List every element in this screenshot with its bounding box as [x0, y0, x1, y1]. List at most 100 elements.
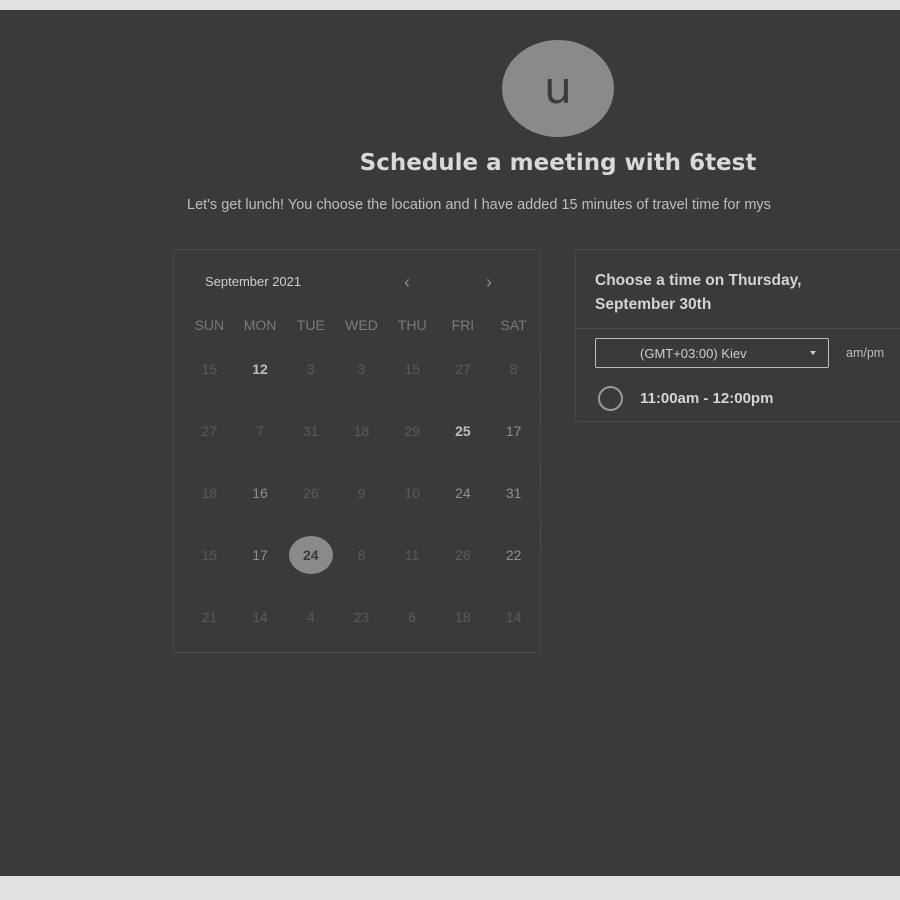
calendar-day-number: 6 — [408, 609, 417, 625]
calendar-day-number: 17 — [252, 547, 268, 563]
calendar-day-number: 3 — [357, 361, 366, 377]
weekday-label: WED — [345, 317, 378, 333]
weekday-label: FRI — [451, 317, 475, 333]
calendar-day: 22 — [488, 538, 539, 600]
calendar-day: 3 — [336, 352, 387, 414]
calendar-day-number: 15 — [201, 361, 218, 377]
calendar-day: 15 — [184, 352, 235, 414]
time-slot-label: 11:00am - 12:00pm — [640, 390, 774, 407]
calendar-day: 18 — [184, 476, 235, 538]
calendar-day-number: 8 — [509, 361, 518, 377]
calendar-day: 16 — [235, 476, 286, 538]
radio-icon[interactable] — [598, 386, 623, 411]
calendar-day: 14 — [488, 600, 539, 662]
weekday-header: SUN MON TUE WED THU FRI SAT — [184, 317, 539, 333]
calendar-day: 23 — [336, 600, 387, 662]
calendar-day: 3 — [285, 352, 336, 414]
calendar-day-selected[interactable]: 24 — [285, 536, 336, 600]
calendar-day: 18 — [438, 600, 489, 662]
calendar-divider — [540, 464, 541, 486]
calendar-day: 10 — [387, 476, 438, 538]
calendar-day-number: 4 — [306, 609, 315, 625]
calendar-day: 21 — [184, 600, 235, 662]
calendar-day: 8 — [336, 538, 387, 600]
calendar-day-number: 17 — [505, 423, 522, 439]
calendar-day: 8 — [488, 352, 539, 414]
calendar-day: 27 — [438, 352, 489, 414]
chevron-left-icon[interactable]: ‹ — [404, 272, 410, 293]
calendar-day-number: 15 — [201, 547, 218, 563]
calendar-day: 11 — [387, 538, 438, 600]
calendar-divider — [540, 402, 541, 424]
weekday-label: TUE — [296, 317, 325, 333]
calendar-day[interactable]: 25 — [438, 414, 489, 476]
weekday-label: SAT — [500, 317, 527, 333]
scheduler-page: u Schedule a meeting with 6test Let's ge… — [0, 10, 900, 876]
calendar-day[interactable]: 12 — [235, 352, 286, 414]
calendar-day-number: 15 — [404, 361, 420, 377]
calendar-day-number: 22 — [505, 547, 522, 563]
calendar-day: 4 — [285, 600, 336, 662]
timezone-select[interactable]: (GMT+03:00) Kiev — [595, 338, 829, 368]
calendar-day-number: 21 — [201, 609, 218, 625]
calendar-day-number: 9 — [357, 485, 366, 501]
calendar-day-number: 18 — [201, 485, 218, 501]
calendar: September 2021 ‹ › SUN MON TUE WED THU F… — [173, 249, 541, 653]
calendar-day-number: 14 — [505, 609, 522, 625]
calendar-day-number: 29 — [404, 423, 420, 439]
weekday-label: MON — [243, 317, 277, 333]
calendar-day: 24 — [438, 476, 489, 538]
weekday-label: THU — [397, 317, 427, 333]
calendar-day-number: 12 — [252, 361, 268, 377]
weekday-label: SUN — [194, 317, 225, 333]
calendar-day: 17 — [488, 414, 539, 476]
page-title: Schedule a meeting with 6test — [359, 150, 757, 176]
calendar-day-number: 8 — [357, 547, 366, 563]
calendar-day: 31 — [488, 476, 539, 538]
caret-down-icon — [810, 351, 816, 355]
calendar-day-number: 18 — [353, 423, 370, 439]
calendar-day: 17 — [235, 538, 286, 600]
time-slot-option[interactable]: 11:00am - 12:00pm — [598, 386, 773, 411]
time-panel-title: Choose a time on Thursday, September 30t… — [595, 272, 802, 313]
meeting-description: Let's get lunch! You choose the location… — [187, 197, 771, 213]
calendar-day: 6 — [387, 600, 438, 662]
avatar-letter: u — [544, 63, 572, 114]
calendar-day: 27 — [184, 414, 235, 476]
chevron-right-icon[interactable]: › — [486, 272, 492, 293]
calendar-day-number: 26 — [302, 485, 319, 501]
calendar-month-label: September 2021 — [205, 274, 302, 289]
calendar-day-number: 11 — [404, 547, 420, 563]
calendar-day-number: 18 — [455, 609, 471, 625]
calendar-day: 29 — [387, 414, 438, 476]
calendar-divider — [540, 352, 541, 392]
calendar-day-number: 10 — [404, 485, 420, 501]
calendar-day: 18 — [336, 414, 387, 476]
calendar-day: 7 — [235, 414, 286, 476]
calendar-day-number: 23 — [353, 609, 370, 625]
calendar-day: 31 — [285, 414, 336, 476]
calendar-day-number: 7 — [256, 423, 264, 439]
calendar-day-number: 24 — [302, 547, 319, 563]
calendar-day-number: 14 — [252, 609, 268, 625]
divider — [576, 328, 900, 329]
calendar-divider — [540, 526, 541, 548]
calendar-day-number: 27 — [455, 361, 471, 377]
calendar-day-grid: 15 12 3 3 15 27 8 27 7 31 18 29 25 17 18 16 26 9 10 24 31 15 1… — [184, 352, 539, 662]
avatar: u — [502, 40, 614, 137]
calendar-day: 15 — [184, 538, 235, 600]
calendar-day: 26 — [285, 476, 336, 538]
time-selection-panel: Choose a time on Thursday, September 30t… — [575, 249, 900, 422]
calendar-day-number: 16 — [252, 485, 268, 501]
calendar-day-number: 26 — [455, 547, 471, 563]
calendar-day-number: 31 — [505, 485, 522, 501]
calendar-day-number: 27 — [201, 423, 218, 439]
timezone-value: (GMT+03:00) Kiev — [640, 345, 747, 361]
calendar-day-number: 31 — [302, 423, 319, 439]
calendar-day: 9 — [336, 476, 387, 538]
calendar-day-number: 24 — [455, 485, 471, 501]
calendar-day-number: 25 — [455, 423, 471, 439]
time-format-toggle[interactable]: am/pm — [846, 346, 884, 360]
calendar-day: 15 — [387, 352, 438, 414]
calendar-day-number: 3 — [306, 361, 315, 377]
